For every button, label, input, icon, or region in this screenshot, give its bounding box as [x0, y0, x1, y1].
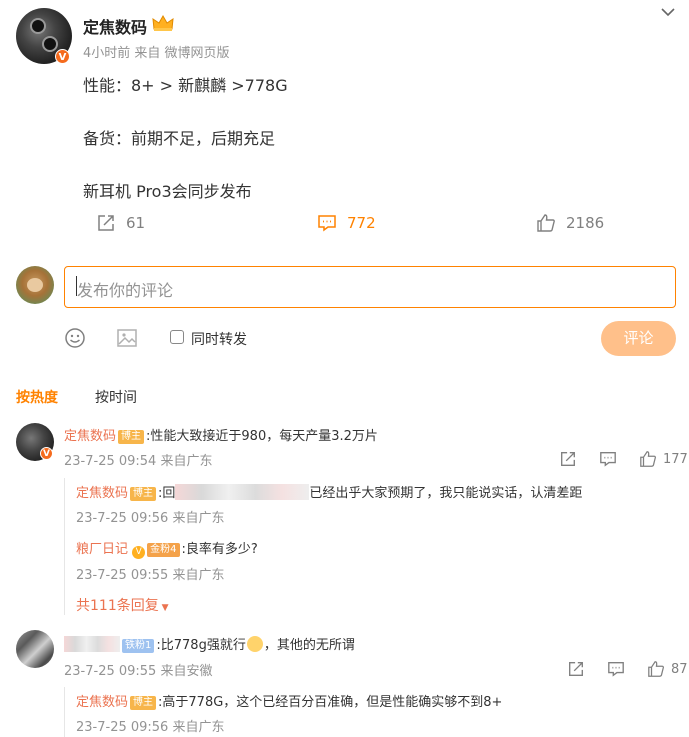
reply-author-name[interactable]: 定焦数码 — [76, 695, 128, 710]
comment-button[interactable]: 772 — [317, 213, 376, 233]
post-meta: 4小时前 来自 微博网页版 — [83, 46, 230, 61]
repost-count: 61 — [126, 214, 146, 232]
blogger-tag: 博主 — [130, 696, 157, 710]
reply-content: 粮厂日记 V 金粉4:良率有多少? — [76, 538, 258, 559]
repost-checkbox[interactable] — [170, 330, 184, 344]
comment-avatar[interactable] — [16, 630, 54, 668]
comment-actions: 177 — [559, 450, 688, 468]
commenter-name[interactable]: 定焦数码 — [64, 429, 116, 444]
reply-meta: 23-7-25 09:55 来自广东 — [76, 568, 225, 583]
more-replies-link[interactable]: 共111条回复 ▼ — [76, 595, 169, 615]
like-icon — [648, 661, 665, 677]
blurred-username — [175, 484, 310, 500]
reply-meta: 23-7-25 09:56 来自广东 — [76, 511, 225, 526]
verified-badge-icon: V — [40, 447, 53, 460]
post-text-line: 备货：前期不足，后期充足 — [83, 129, 276, 148]
text-caret — [76, 276, 77, 296]
like-icon — [640, 451, 657, 467]
comment-icon[interactable] — [599, 450, 617, 468]
chevron-down-icon[interactable] — [660, 5, 676, 19]
like-icon — [537, 214, 555, 232]
comment-like-count: 177 — [663, 451, 688, 467]
comment-icon — [318, 215, 336, 232]
submit-comment-button[interactable]: 评论 — [601, 321, 676, 356]
reply-divider — [64, 687, 65, 737]
like-count: 2186 — [566, 214, 605, 232]
more-replies-label: 共111条回复 — [76, 598, 159, 614]
tab-by-time[interactable]: 按时间 — [95, 387, 137, 407]
comment-text: :比778g强就行 — [156, 638, 246, 653]
repost-icon[interactable] — [559, 450, 577, 468]
comment-icon[interactable] — [607, 660, 625, 678]
repost-button[interactable]: 61 — [96, 213, 145, 233]
repost-checkbox-label[interactable]: 同时转发 — [191, 329, 247, 349]
verified-badge-icon: V — [55, 49, 70, 64]
comment-content: 定焦数码 博主:性能大致接近于980，每天产量3.2万片 — [64, 425, 378, 444]
comment-actions: 87 — [567, 660, 688, 678]
comment-content: 铁粉1:比778g强就行 ，其他的无所谓 — [64, 634, 355, 653]
reply-text: :高于778G，这个已经百分百准确，但是性能确实够不到8+ — [158, 695, 503, 710]
comment-text-suffix: ，其他的无所谓 — [263, 638, 355, 653]
reply-text: :良率有多少? — [181, 542, 258, 557]
fan-tag: 金粉4 — [147, 543, 180, 557]
camera-lens-shape — [42, 36, 58, 52]
post-text-line: 性能：8+ > 新麒麟 >778G — [83, 76, 288, 95]
image-icon[interactable] — [115, 326, 139, 350]
comment-like-count: 87 — [671, 661, 688, 677]
comment-like-button[interactable]: 177 — [639, 450, 688, 468]
repost-icon — [98, 215, 114, 231]
reply-author-name[interactable]: 定焦数码 — [76, 486, 128, 501]
emoji-sticker-icon — [246, 636, 263, 652]
reply-content: 定焦数码 博主:高于778G，这个已经百分百准确，但是性能确实够不到8+ — [76, 691, 502, 710]
author-name[interactable]: 定焦数码 — [83, 14, 147, 38]
tab-by-hot[interactable]: 按热度 — [16, 387, 58, 407]
repost-icon[interactable] — [567, 660, 585, 678]
my-avatar — [16, 266, 54, 304]
emoji-icon[interactable] — [63, 326, 87, 350]
reply-divider — [64, 478, 65, 615]
comment-input[interactable]: 发布你的评论 — [64, 266, 676, 308]
blogger-tag: 博主 — [118, 430, 145, 444]
reply-text-prefix: :回 — [158, 486, 176, 501]
caret-down-icon: ▼ — [158, 603, 169, 613]
comment-count: 772 — [347, 214, 376, 232]
blogger-tag: 博主 — [130, 487, 157, 501]
reply-content: 定焦数码 博主:回 已经出乎大家预期了，我只能说实话，认清差距 — [76, 482, 582, 501]
crown-icon — [152, 14, 174, 31]
comment-meta: 23-7-25 09:55 来自安徽 — [64, 664, 213, 679]
gold-verified-icon: V — [132, 546, 146, 559]
reply-meta: 23-7-25 09:56 来自广东 — [76, 720, 225, 735]
comment-meta: 23-7-25 09:54 来自广东 — [64, 454, 213, 469]
comment-like-button[interactable]: 87 — [647, 660, 688, 678]
reply-text: 已经出乎大家预期了，我只能说实话，认清差距 — [309, 486, 583, 501]
fan-tag: 铁粉1 — [122, 639, 155, 653]
post-text-line: 新耳机 Pro3会同步发布 — [83, 182, 252, 201]
blurred-username[interactable] — [64, 636, 120, 652]
like-button[interactable]: 2186 — [536, 213, 604, 233]
comment-text: :性能大致接近于980，每天产量3.2万片 — [146, 429, 378, 444]
reply-author-name[interactable]: 粮厂日记 — [76, 542, 128, 557]
camera-lens-shape — [30, 18, 46, 34]
